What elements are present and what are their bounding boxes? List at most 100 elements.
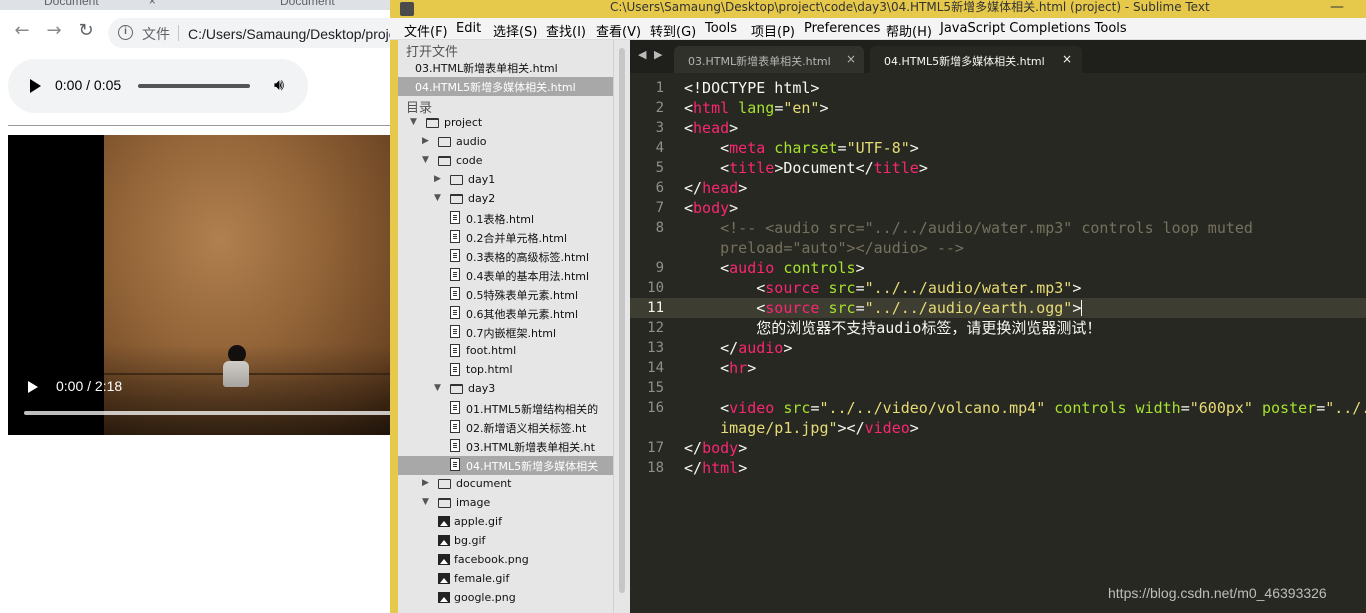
file-icon [450,420,460,433]
menu-item[interactable]: 查找(I) [546,21,586,40]
chevron-down-icon[interactable]: ▼ [422,155,432,165]
tree-file[interactable]: facebook.png [398,551,613,570]
code-line[interactable]: <html lang="en"> [684,98,829,118]
code-line[interactable]: </body> [684,438,747,458]
menu-item[interactable]: 帮助(H) [886,21,932,40]
reload-icon[interactable]: ↻ [74,20,98,44]
play-icon[interactable] [30,79,41,93]
menu-item[interactable]: JavaScript Completions Tools [940,21,1127,36]
tree-file[interactable]: foot.html [398,342,613,361]
chevron-right-icon[interactable]: ▶ [434,174,444,184]
file-icon [450,249,460,262]
menu-item[interactable]: Tools [705,21,737,36]
tree-file[interactable]: 0.2合并单元格.html [398,228,613,247]
tree-folder[interactable]: ▼ project [398,114,613,133]
editor-tab[interactable]: 03.HTML新增表单相关.html × [674,46,864,73]
file-icon [450,230,460,243]
file-icon [450,268,460,281]
open-file-item[interactable]: 03.HTML新增表单相关.html [398,58,613,77]
menu-item[interactable]: 项目(P) [751,21,795,40]
chevron-down-icon[interactable]: ▼ [434,193,444,203]
menu-item[interactable]: Preferences [804,21,880,36]
chevron-right-icon[interactable]: ▶ [422,136,432,146]
code-line[interactable]: preload="auto"></audio> --> [684,238,964,258]
audio-progress-bar[interactable] [138,84,250,88]
close-icon[interactable]: × [846,52,856,66]
address-bar[interactable]: i 文件 C:/Users/Samaung/Desktop/project/co… [108,18,674,48]
chevron-down-icon[interactable]: ▼ [410,117,420,127]
open-file-item[interactable]: 04.HTML5新增多媒体相关.html [398,77,613,96]
back-arrow-icon[interactable]: ← [10,20,34,44]
tree-file[interactable]: 0.7内嵌框架.html [398,323,613,342]
tree-folder[interactable]: ▼ day2 [398,190,613,209]
menu-item[interactable]: 选择(S) [493,21,537,40]
tab-prev-icon[interactable]: ◀ [638,48,646,61]
tree-file[interactable]: 04.HTML5新增多媒体相关 [398,456,613,475]
code-line[interactable]: 您的浏览器不支持audio标签，请更换浏览器测试！ [684,318,1101,338]
tree-file[interactable]: 01.HTML5新增结构相关的 [398,399,613,418]
code-line[interactable]: </head> [684,178,747,198]
volume-icon[interactable]: 🔊︎ [274,75,284,95]
chevron-down-icon[interactable]: ▼ [422,497,432,507]
tree-item-label: 0.5特殊表单元素.html [466,289,579,302]
tree-folder[interactable]: ▶ day1 [398,171,613,190]
app-icon [400,2,414,16]
tree-file[interactable]: google.png [398,589,613,608]
tree-file[interactable]: 03.HTML新增表单相关.ht [398,437,613,456]
menu-item[interactable]: 转到(G) [650,21,696,40]
tree-folder[interactable]: ▼ image [398,494,613,513]
code-line[interactable]: <source src="../../audio/water.mp3"> [684,278,1081,298]
code-line[interactable]: <meta charset="UTF-8"> [684,138,919,158]
scrollbar-thumb[interactable] [619,48,625,593]
code-line[interactable]: <!-- <audio src="../../audio/water.mp3" … [684,218,1253,238]
code-line[interactable]: </audio> [684,338,792,358]
menu-item[interactable]: 文件(F) [404,21,448,40]
forward-arrow-icon[interactable]: → [42,20,66,44]
tree-file[interactable]: 0.5特殊表单元素.html [398,285,613,304]
menu-item[interactable]: 查看(V) [596,21,641,40]
tree-folder[interactable]: ▶ document [398,475,613,494]
sidebar-edge [390,40,398,613]
code-line[interactable]: <hr> [684,358,756,378]
menu-item[interactable]: Edit [456,21,481,36]
tree-folder[interactable]: ▼ day3 [398,380,613,399]
tree-folder[interactable]: ▶ audio [398,133,613,152]
tree-file[interactable]: 0.1表格.html [398,209,613,228]
chevron-right-icon[interactable]: ▶ [422,478,432,488]
editor-tab-active[interactable]: 04.HTML5新增多媒体相关.html × [870,46,1082,73]
minimize-icon[interactable]: — [1330,0,1344,15]
browser-tab[interactable]: Document × [44,0,156,10]
close-icon[interactable]: × [149,0,156,8]
tree-file[interactable]: 0.6其他表单元素.html [398,304,613,323]
browser-tab[interactable]: Document [280,0,335,10]
tree-folder[interactable]: ▼ code [398,152,613,171]
tree-file[interactable]: apple.gif [398,513,613,532]
code-line[interactable]: </html> [684,458,747,478]
tree-item-label: 0.6其他表单元素.html [466,308,579,321]
code-line[interactable]: <audio controls> [684,258,865,278]
tree-file[interactable]: 0.3表格的高级标签.html [398,247,613,266]
code-line[interactable]: <head> [684,118,738,138]
code-line[interactable]: <title>Document</title> [684,158,928,178]
tree-file[interactable]: 0.4表单的基本用法.html [398,266,613,285]
line-number: 3 [655,120,664,136]
code-line[interactable]: <source src="../../audio/earth.ogg"> [684,298,1083,318]
tree-file[interactable]: female.gif [398,570,613,589]
code-line[interactable]: <!DOCTYPE html> [684,78,819,98]
tree-file[interactable]: top.html [398,361,613,380]
file-icon [450,363,460,376]
video-progress-bar[interactable] [24,411,392,415]
code-line[interactable]: image/p1.jpg"></video> [684,418,919,438]
tab-next-icon[interactable]: ▶ [654,48,662,61]
info-icon[interactable]: i [118,25,133,40]
chevron-down-icon[interactable]: ▼ [434,383,444,393]
close-icon[interactable]: × [1062,52,1072,66]
folder-open-icon [438,156,451,166]
tree-file[interactable]: 02.新增语义相关标签.ht [398,418,613,437]
tree-file[interactable]: bg.gif [398,532,613,551]
video-player[interactable]: 0:00 / 2:18 [8,135,392,435]
code-line[interactable]: <body> [684,198,738,218]
play-icon[interactable] [28,381,38,393]
sidebar-scrollbar[interactable] [613,40,630,613]
code-line[interactable]: <video src="../../video/volcano.mp4" con… [684,398,1366,418]
